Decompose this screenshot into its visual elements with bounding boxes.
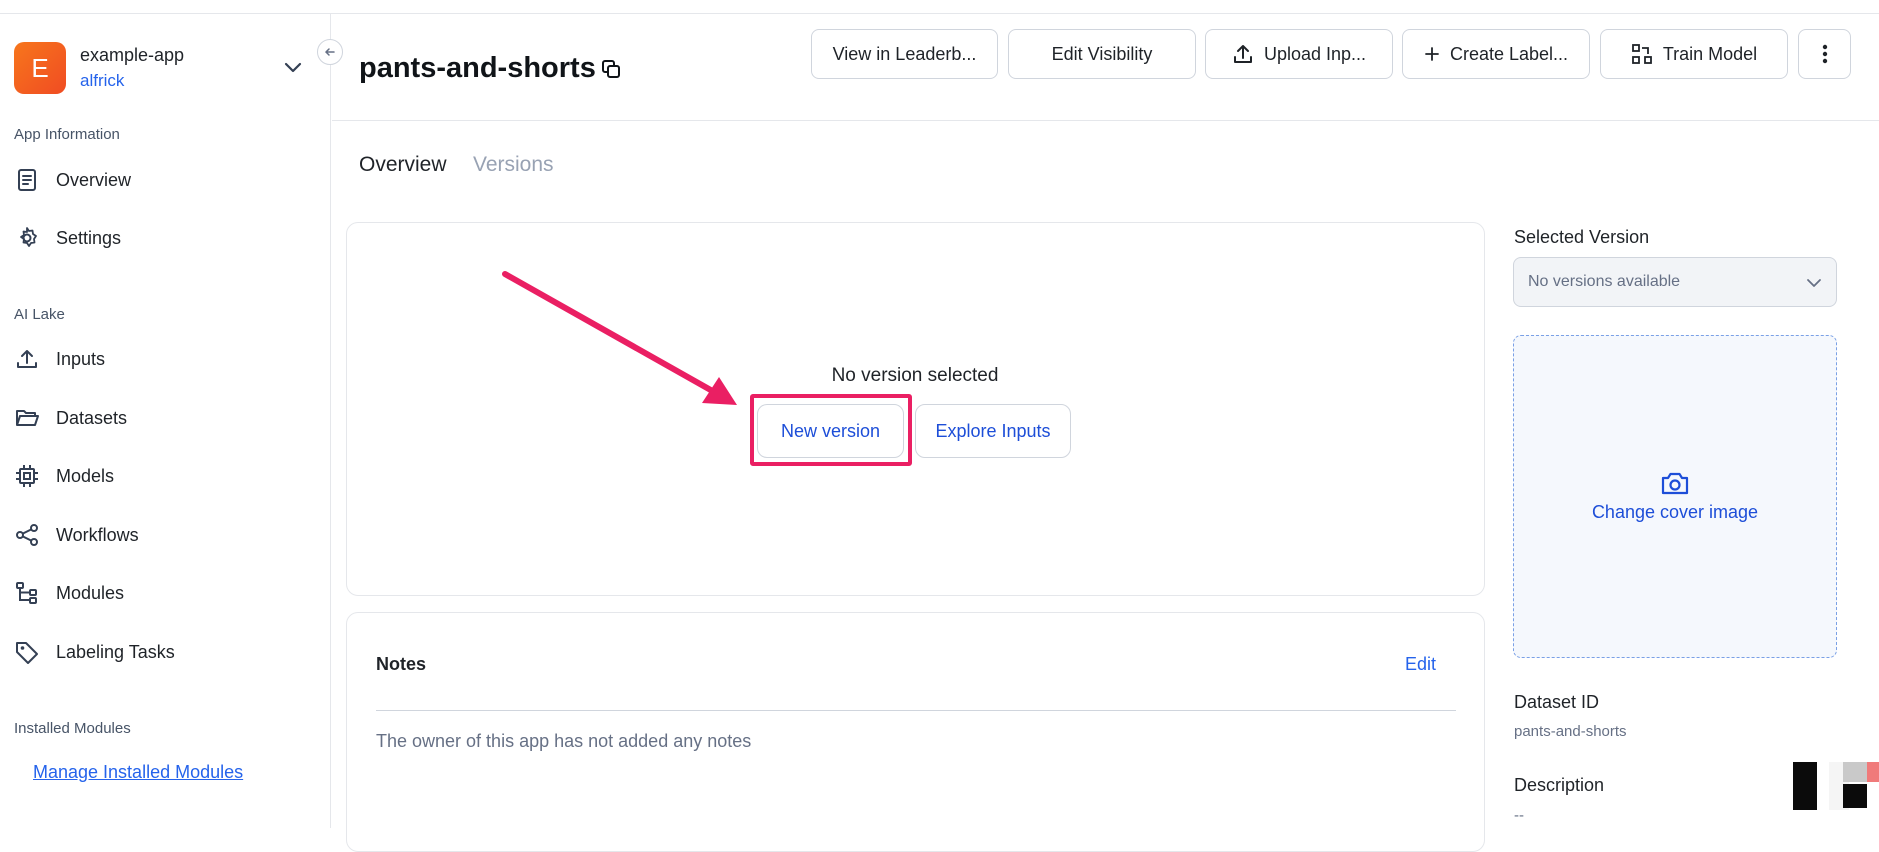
section-title-app-information: App Information (14, 126, 120, 143)
sidebar-item-workflows[interactable]: Workflows (14, 515, 314, 555)
sidebar-item-label: Modules (56, 582, 125, 603)
button-label: Upload Inp... (1263, 43, 1367, 64)
share-nodes-icon (16, 524, 38, 546)
sidebar-item-inputs[interactable]: Inputs (14, 339, 314, 379)
no-version-status: No version selected (831, 365, 999, 386)
sidebar-item-settings[interactable]: Settings (14, 218, 314, 258)
tag-icon (16, 642, 38, 664)
app-switcher[interactable]: E example-app alfrick (14, 40, 304, 96)
corner-widget (1793, 736, 1879, 828)
arrow-left-icon (324, 48, 335, 56)
more-vertical-icon (1822, 44, 1827, 64)
chevron-down-icon[interactable] (282, 56, 304, 78)
notes-edit-link[interactable]: Edit (1405, 654, 1436, 675)
chip-icon (16, 465, 38, 487)
sidebar-item-label: Inputs (56, 348, 106, 369)
sidebar-item-overview[interactable]: Overview (14, 160, 314, 200)
edit-visibility-button[interactable]: Edit Visibility (1008, 29, 1196, 79)
gear-icon (20, 227, 37, 247)
sidebar-item-label: Labeling Tasks (56, 641, 175, 662)
button-label: Train Model (1662, 43, 1758, 64)
button-label: Create Label... (1449, 43, 1569, 64)
sidebar-item-label: Overview (56, 169, 132, 190)
top-bar (0, 0, 1879, 14)
sidebar-item-label: Models (56, 465, 115, 486)
version-select-value: No versions available (1528, 273, 1681, 290)
change-cover-label: Change cover image (1591, 502, 1759, 522)
document-icon (18, 169, 36, 191)
highlight-box (750, 394, 912, 466)
section-title-installed-modules: Installed Modules (14, 720, 131, 737)
app-name: example-app (80, 45, 185, 65)
manage-installed-modules-link[interactable]: Manage Installed Modules (33, 762, 243, 783)
description-label: Description (1514, 775, 1605, 795)
button-label: View in Leaderb... (832, 43, 977, 64)
view-in-leaderboard-button[interactable]: View in Leaderb... (811, 29, 998, 79)
more-options-button[interactable] (1798, 29, 1851, 79)
collapse-sidebar-button[interactable] (317, 39, 343, 65)
version-select[interactable]: No versions available (1513, 257, 1837, 307)
page-title: pants-and-shorts (359, 52, 622, 85)
sidebar-item-labeling-tasks[interactable]: Labeling Tasks (14, 632, 314, 672)
notes-text: The owner of this app has not added any … (376, 731, 752, 751)
sidebar-item-label: Workflows (56, 524, 139, 545)
upload-icon (1233, 45, 1252, 63)
folder-icon (16, 410, 39, 426)
explore-inputs-button[interactable]: Explore Inputs (915, 404, 1071, 458)
tab-overview[interactable]: Overview (359, 153, 447, 177)
change-cover-image-dropzone[interactable]: Change cover image (1513, 335, 1837, 658)
app-owner-link[interactable]: alfrick (80, 71, 184, 91)
create-labels-button[interactable]: Create Label... (1402, 29, 1590, 79)
train-model-icon (1631, 44, 1652, 64)
camera-icon (1661, 472, 1689, 495)
sidebar-item-label: Datasets (56, 407, 128, 428)
chevron-down-icon (1807, 279, 1821, 287)
upload-inputs-button[interactable]: Upload Inp... (1205, 29, 1393, 79)
copy-icon[interactable] (600, 58, 622, 80)
sidebar-item-models[interactable]: Models (14, 456, 314, 496)
button-label: Edit Visibility (1051, 43, 1153, 64)
description-value: -- (1514, 807, 1524, 824)
sidebar-item-datasets[interactable]: Datasets (14, 398, 314, 438)
notes-title: Notes (376, 654, 427, 674)
annotation-arrow (502, 271, 737, 405)
dataset-id-label: Dataset ID (1514, 692, 1600, 712)
sidebar-item-modules[interactable]: Modules (14, 573, 314, 613)
selected-version-label: Selected Version (1514, 227, 1650, 247)
dataset-title: pants-and-shorts (359, 52, 596, 84)
app-avatar: E (14, 42, 66, 94)
divider (376, 710, 1456, 711)
tree-branch-icon (16, 582, 37, 604)
train-model-button[interactable]: Train Model (1600, 29, 1788, 79)
sidebar-item-label: Settings (56, 227, 122, 248)
section-title-ai-lake: AI Lake (14, 306, 65, 323)
upload-icon (17, 350, 37, 368)
plus-icon (1425, 47, 1439, 61)
tab-versions[interactable]: Versions (473, 153, 554, 177)
dataset-id-value: pants-and-shorts (1514, 723, 1627, 740)
